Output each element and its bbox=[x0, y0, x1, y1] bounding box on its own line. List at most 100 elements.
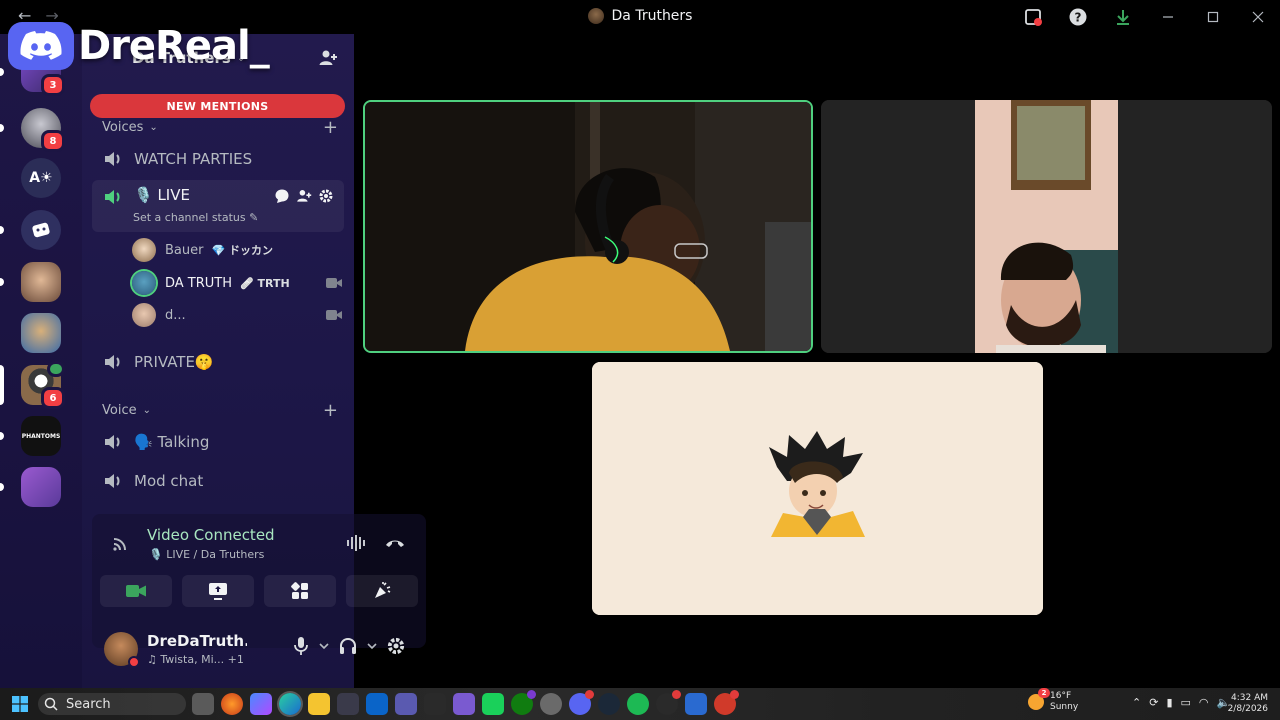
mention-badge: 6 bbox=[41, 387, 65, 409]
signal-icon[interactable] bbox=[112, 534, 130, 552]
calendar-icon[interactable] bbox=[424, 693, 446, 715]
store-icon[interactable] bbox=[337, 693, 359, 715]
inbox-button[interactable] bbox=[1010, 0, 1055, 34]
taskbar-search[interactable]: Search bbox=[38, 693, 186, 715]
server-icon-5[interactable] bbox=[0, 262, 61, 302]
video-tile-speaking[interactable] bbox=[363, 100, 813, 353]
obs-icon[interactable] bbox=[656, 690, 681, 715]
microphone-icon[interactable] bbox=[292, 636, 310, 656]
app-blue-icon[interactable] bbox=[685, 693, 707, 715]
noise-suppression-icon[interactable] bbox=[346, 534, 368, 552]
voice-status-title[interactable]: Video Connected bbox=[147, 526, 275, 544]
app-green-icon[interactable] bbox=[482, 693, 504, 715]
settings-icon[interactable] bbox=[540, 693, 562, 715]
channel-talking[interactable]: 🗣️ Talking bbox=[92, 425, 344, 459]
wifi-icon[interactable]: ◠ bbox=[1199, 696, 1209, 709]
server-icon-9[interactable] bbox=[0, 467, 61, 507]
server-icon-7[interactable]: 6 bbox=[0, 361, 65, 409]
spotify-icon[interactable] bbox=[627, 693, 649, 715]
disconnect-icon[interactable] bbox=[384, 534, 406, 552]
firefox-icon[interactable] bbox=[221, 693, 243, 715]
chevron-up-icon[interactable]: ⌃ bbox=[1132, 696, 1141, 709]
server-avatar: PHANTOMS bbox=[21, 416, 61, 456]
voice-user[interactable]: d... bbox=[132, 300, 342, 330]
close-icon bbox=[1252, 11, 1263, 23]
camera-button[interactable] bbox=[100, 575, 172, 607]
gear-icon[interactable] bbox=[386, 636, 406, 656]
invite-people-button[interactable] bbox=[318, 48, 338, 72]
edge-icon[interactable] bbox=[279, 693, 301, 715]
taskbar-apps bbox=[192, 690, 739, 715]
taskbar-clock[interactable]: 4:32 AM 2/8/2026 bbox=[1228, 693, 1268, 715]
screen-share-button[interactable] bbox=[182, 575, 254, 607]
brave-icon[interactable] bbox=[714, 690, 739, 715]
add-person-icon bbox=[319, 50, 337, 65]
add-person-icon[interactable] bbox=[296, 188, 312, 204]
chevron-down-icon[interactable] bbox=[366, 640, 378, 652]
notes-icon[interactable] bbox=[453, 693, 475, 715]
voice-status-channel[interactable]: 🎙️ LIVE / Da Truthers bbox=[149, 548, 264, 561]
channel-name: WATCH PARTIES bbox=[134, 150, 253, 168]
soundboard-button[interactable] bbox=[346, 575, 418, 607]
activity-badge bbox=[47, 361, 65, 377]
download-button[interactable] bbox=[1100, 0, 1145, 34]
video-tile-avatar[interactable] bbox=[592, 362, 1043, 615]
server-avatar bbox=[21, 313, 61, 353]
maximize-button[interactable] bbox=[1190, 0, 1235, 34]
close-button[interactable] bbox=[1235, 0, 1280, 34]
copilot-icon[interactable] bbox=[250, 693, 272, 715]
server-icon-4[interactable] bbox=[0, 210, 61, 250]
minimize-button[interactable] bbox=[1145, 0, 1190, 34]
task-view-icon[interactable] bbox=[192, 693, 214, 715]
channel-watch-parties[interactable]: WATCH PARTIES bbox=[92, 142, 344, 176]
outlook-icon[interactable] bbox=[366, 693, 388, 715]
channel-mod-chat[interactable]: Mod chat bbox=[92, 464, 344, 498]
voice-user[interactable]: DA TRUTH 🩹 TRTH bbox=[132, 268, 342, 298]
category-voices[interactable]: Voices ⌄ + bbox=[102, 117, 338, 138]
download-icon bbox=[1116, 10, 1129, 25]
steam-icon[interactable] bbox=[598, 693, 620, 715]
channel-private[interactable]: PRIVATE🤫 bbox=[92, 345, 344, 379]
channel-name: Mod chat bbox=[134, 472, 204, 490]
voice-user-name: DA TRUTH bbox=[165, 275, 233, 291]
channel-actions bbox=[274, 188, 334, 204]
gear-icon[interactable] bbox=[318, 188, 334, 204]
pencil-icon: ✎ bbox=[249, 211, 259, 224]
unread-pill bbox=[0, 124, 4, 132]
create-channel-button[interactable]: + bbox=[323, 117, 338, 138]
chevron-down-icon[interactable] bbox=[318, 640, 330, 652]
maximize-icon bbox=[1207, 11, 1218, 23]
discord-taskbar-icon[interactable] bbox=[569, 690, 594, 715]
tray-app-icon[interactable]: ▮ bbox=[1166, 696, 1172, 709]
username[interactable]: DreDaTruth... bbox=[147, 632, 247, 650]
file-explorer-icon[interactable] bbox=[308, 693, 330, 715]
windows-start-icon[interactable] bbox=[12, 696, 28, 712]
chat-bubble-icon[interactable] bbox=[274, 188, 290, 204]
server-icon-3[interactable]: A☀ bbox=[21, 158, 61, 198]
category-voice[interactable]: Voice ⌄ + bbox=[102, 400, 338, 421]
voice-user[interactable]: Bauer 💎 ドッカン bbox=[132, 235, 342, 265]
activities-button[interactable] bbox=[264, 575, 336, 607]
create-channel-button[interactable]: + bbox=[323, 400, 338, 421]
discord-logo-icon bbox=[8, 22, 74, 70]
headphones-icon[interactable] bbox=[338, 636, 358, 656]
help-button[interactable]: ? bbox=[1055, 0, 1100, 34]
new-mentions-button[interactable]: NEW MENTIONS bbox=[90, 94, 345, 118]
server-icon-8[interactable]: PHANTOMS bbox=[0, 416, 61, 456]
channel-live[interactable]: 🎙️ LIVE Set a channel status ✎ bbox=[92, 180, 344, 232]
channel-name: PRIVATE🤫 bbox=[134, 353, 214, 371]
network-icon[interactable]: ▭ bbox=[1181, 696, 1191, 709]
chevron-down-icon: ⌄ bbox=[149, 121, 158, 133]
weather-temp: 16°F bbox=[1050, 691, 1072, 701]
os-taskbar: Search 2 16°F Sunny ⌃ ⟳ ▮ ▭ ◠ 🔈 4:32 AM … bbox=[0, 688, 1280, 720]
channel-status[interactable]: Set a channel status ✎ bbox=[133, 211, 258, 224]
weather-widget[interactable]: 2 16°F Sunny bbox=[1028, 688, 1078, 713]
video-tile[interactable] bbox=[821, 100, 1272, 353]
teams-icon[interactable] bbox=[395, 693, 417, 715]
server-icon-6[interactable] bbox=[21, 313, 61, 353]
xbox-icon[interactable] bbox=[511, 690, 536, 715]
server-icon-2[interactable]: 8 bbox=[0, 108, 65, 152]
mention-badge: 3 bbox=[41, 74, 65, 96]
game-controller-icon bbox=[32, 222, 50, 238]
sync-icon[interactable]: ⟳ bbox=[1149, 696, 1158, 709]
